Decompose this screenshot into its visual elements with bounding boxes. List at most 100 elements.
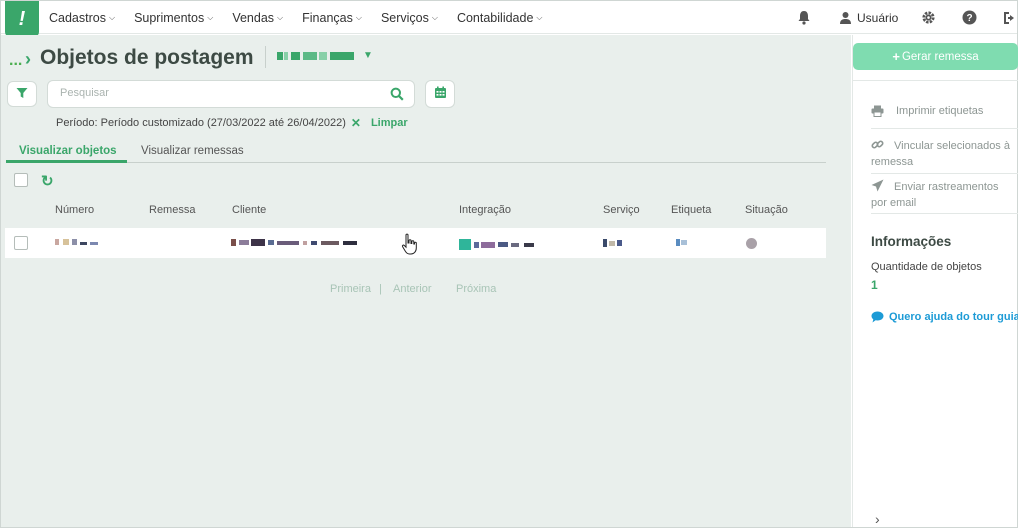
divider [871, 213, 1018, 214]
divider [853, 80, 1018, 81]
send-tracking-action[interactable]: Enviar rastreamentos por email [871, 179, 1017, 210]
menu-contabilidade[interactable]: Contabilidade ⌵ [457, 11, 543, 25]
chevron-down-icon: ⌵ [431, 12, 438, 22]
generate-shipment-button[interactable]: + Gerar remessa [853, 43, 1018, 70]
user-label: Usuário [857, 10, 899, 25]
redacted-block [251, 239, 265, 246]
redacted-block [609, 240, 615, 246]
chevron-down-icon: ▼ [363, 50, 373, 61]
printer-icon [871, 105, 884, 117]
info-title: Informações [871, 234, 952, 249]
divider [871, 173, 1018, 174]
calendar-button[interactable] [425, 80, 455, 108]
redacted-company-name [277, 51, 283, 60]
top-navbar: ! Cadastros ⌵ Suprimentos ⌵ Vendas ⌵ Finanç… [1, 1, 1017, 37]
logout-button[interactable] [1003, 1, 1017, 34]
redacted-block [474, 241, 479, 248]
redacted-block [330, 51, 354, 60]
plus-icon: + [892, 49, 900, 64]
tab-visualizar-remessas[interactable]: Visualizar remessas [141, 145, 244, 157]
breadcrumb-ellipsis[interactable]: ... [9, 52, 22, 70]
company-selector[interactable]: ▼ [277, 50, 373, 61]
pagination-separator: | [379, 283, 382, 295]
generate-shipment-label: Gerar remessa [901, 50, 979, 63]
search-input[interactable] [60, 87, 380, 99]
tour-help-link[interactable]: Quero ajuda do tour guia [871, 311, 1018, 323]
select-all-checkbox[interactable] [14, 173, 28, 187]
row-checkbox[interactable] [14, 236, 28, 250]
print-labels-label: Imprimir etiquetas [896, 105, 984, 117]
settings-button[interactable] [921, 1, 936, 34]
menu-servicos[interactable]: Serviços ⌵ [381, 11, 438, 25]
send-tracking-label: Enviar rastreamentos por email [871, 181, 999, 209]
active-filter: Período: Período customizado (27/03/2022… [56, 116, 408, 130]
redacted-servico [603, 239, 622, 247]
funnel-icon [16, 87, 28, 102]
pagination-first[interactable]: Primeira [330, 283, 371, 295]
redacted-etiqueta [676, 239, 687, 246]
user-menu[interactable]: Usuário [839, 1, 898, 34]
redacted-block [311, 240, 317, 245]
column-header-integracao[interactable]: Integração [459, 204, 511, 216]
print-labels-action[interactable]: Imprimir etiquetas [871, 104, 983, 118]
hand-cursor-icon [401, 233, 419, 258]
view-tabs: Visualizar objetos Visualizar remessas [6, 141, 826, 163]
object-count-value: 1 [871, 278, 878, 292]
menu-label: Suprimentos [134, 10, 205, 25]
chevron-right-icon[interactable]: › [875, 511, 880, 527]
status-indicator [746, 238, 757, 249]
divider [871, 128, 1018, 129]
menu-cadastros[interactable]: Cadastros ⌵ [49, 11, 115, 25]
redacted-block [303, 51, 317, 60]
column-header-etiqueta[interactable]: Etiqueta [671, 204, 711, 216]
title-divider [265, 46, 266, 68]
redacted-block [284, 51, 288, 60]
redacted-block [303, 240, 307, 245]
clear-filter-link[interactable]: Limpar [371, 117, 408, 129]
redacted-block [343, 240, 357, 245]
calendar-icon [434, 86, 447, 102]
column-header-numero[interactable]: Número [55, 204, 94, 216]
logout-icon [1003, 11, 1017, 25]
tab-visualizar-objetos[interactable]: Visualizar objetos [19, 145, 117, 157]
app-logo[interactable]: ! [5, 1, 39, 37]
column-header-cliente[interactable]: Cliente [232, 204, 266, 216]
redacted-block [55, 239, 59, 245]
menu-vendas[interactable]: Vendas ⌵ [232, 11, 283, 25]
menu-financas[interactable]: Finanças ⌵ [302, 11, 362, 25]
chat-bubble-icon [871, 311, 884, 323]
remove-filter-icon[interactable]: ✕ [351, 116, 361, 130]
redacted-block [63, 239, 69, 245]
refresh-icon[interactable]: ↻ [41, 172, 54, 190]
redacted-block [291, 51, 300, 60]
redacted-block [459, 239, 471, 250]
column-header-situacao[interactable]: Situação [745, 204, 788, 216]
help-button[interactable]: ? [962, 1, 977, 34]
chevron-down-icon: ⌵ [355, 12, 362, 22]
notifications-button[interactable] [797, 1, 811, 34]
bell-icon [797, 10, 811, 25]
gear-icon [921, 10, 936, 25]
menu-label: Vendas [232, 10, 275, 25]
column-header-servico[interactable]: Serviço [603, 204, 640, 216]
chevron-down-icon: ⌵ [536, 12, 543, 22]
chevron-down-icon: ⌵ [277, 12, 284, 22]
filter-button[interactable] [7, 81, 37, 107]
link-to-shipment-label: Vincular selecionados à remessa [871, 140, 1010, 168]
table-row[interactable] [5, 228, 826, 258]
menu-suprimentos[interactable]: Suprimentos ⌵ [134, 11, 213, 25]
menu-label: Serviços [380, 10, 429, 25]
link-to-shipment-action[interactable]: Vincular selecionados à remessa [871, 138, 1017, 169]
pagination-previous[interactable]: Anterior [393, 283, 432, 295]
help-icon: ? [962, 10, 977, 25]
redacted-block [90, 242, 98, 245]
redacted-block [231, 239, 236, 246]
page-title: Objetos de postagem [40, 46, 254, 69]
redacted-block [617, 240, 622, 246]
logo-glyph: ! [18, 7, 26, 30]
pagination-next[interactable]: Próxima [456, 283, 496, 295]
chevron-down-icon: ⌵ [108, 12, 116, 22]
redacted-block [681, 240, 687, 245]
search-icon[interactable] [390, 87, 404, 104]
column-header-remessa[interactable]: Remessa [149, 204, 195, 216]
